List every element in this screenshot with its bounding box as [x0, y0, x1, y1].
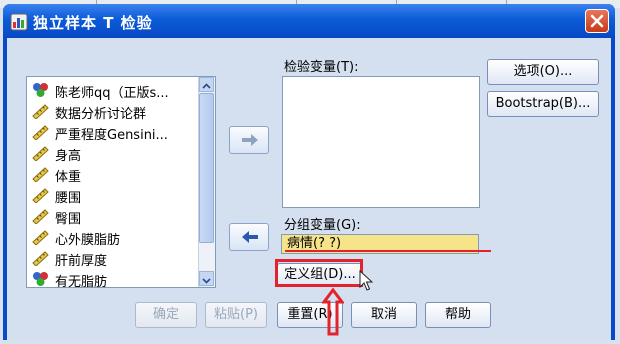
spss-dialog-icon [10, 13, 28, 31]
test-variable-label: 检验变量(T): [284, 60, 359, 75]
variable-label: 腰围 [55, 191, 82, 206]
title-bar[interactable]: 独立样本 T 检验 [3, 4, 615, 38]
paste-button[interactable]: 粘贴(P) [205, 302, 267, 328]
variable-label: 数据分析讨论群 [55, 107, 147, 122]
dialog-title: 独立样本 T 检验 [33, 14, 153, 32]
variable-label: 身高 [55, 149, 82, 164]
ok-button[interactable]: 确定 [135, 302, 197, 328]
chevron-down-icon [202, 278, 211, 284]
mouse-cursor-icon [359, 270, 373, 291]
highlight-underline [285, 250, 491, 252]
dialog-body: 陈老师qq（正版s... 数据分析讨论群 严重程度Gensini... 身高 体… [7, 38, 611, 340]
test-variable-list[interactable] [282, 76, 480, 208]
variable-label: 肝前厚度 [55, 254, 108, 269]
variable-label: 严重程度Gensini... [55, 128, 168, 143]
variable-label: 心外膜脂肪 [55, 233, 121, 248]
cancel-button[interactable]: 取消 [351, 302, 417, 328]
bootstrap-button[interactable]: Bootstrap(B)... [487, 91, 599, 117]
close-icon [590, 14, 604, 28]
highlight-box [275, 259, 363, 287]
grouping-variable-label: 分组变量(G): [284, 218, 361, 233]
arrow-left-icon [242, 231, 258, 243]
scale-icon [32, 167, 49, 182]
variable-label: 陈老师qq（正版s... [55, 86, 169, 101]
variable-label: 臀围 [55, 212, 82, 227]
options-button[interactable]: 选项(O)... [487, 59, 599, 85]
scale-icon [32, 125, 49, 140]
nominal-icon [33, 83, 48, 97]
scale-icon [32, 104, 49, 119]
source-variable-list[interactable]: 陈老师qq（正版s... 数据分析讨论群 严重程度Gensini... 身高 体… [26, 76, 216, 290]
variable-label: 有无脂肪 [55, 275, 108, 290]
scale-icon [32, 209, 49, 224]
scroll-down-button[interactable] [199, 271, 214, 286]
scale-icon [32, 251, 49, 266]
scale-icon [32, 188, 49, 203]
help-button[interactable]: 帮助 [425, 302, 491, 328]
grouping-variable-value: 病情(? ?) [287, 236, 342, 251]
move-to-grouping-button[interactable] [229, 223, 269, 251]
move-to-test-button[interactable] [229, 126, 269, 154]
scroll-up-button[interactable] [199, 77, 214, 92]
variable-label: 体重 [55, 170, 82, 185]
scroll-thumb[interactable] [199, 93, 214, 243]
arrow-up-annotation-icon [322, 288, 344, 336]
scale-icon [32, 230, 49, 245]
scale-icon [32, 146, 49, 161]
chevron-up-icon [202, 83, 211, 89]
arrow-right-icon [242, 134, 258, 146]
dialog-window: 独立样本 T 检验 陈老师qq（正版s... 数据分析讨论群 严重程度Gensi… [3, 4, 615, 340]
vertical-scrollbar[interactable] [198, 77, 215, 287]
nominal-icon [33, 272, 48, 286]
close-button[interactable] [585, 9, 609, 33]
